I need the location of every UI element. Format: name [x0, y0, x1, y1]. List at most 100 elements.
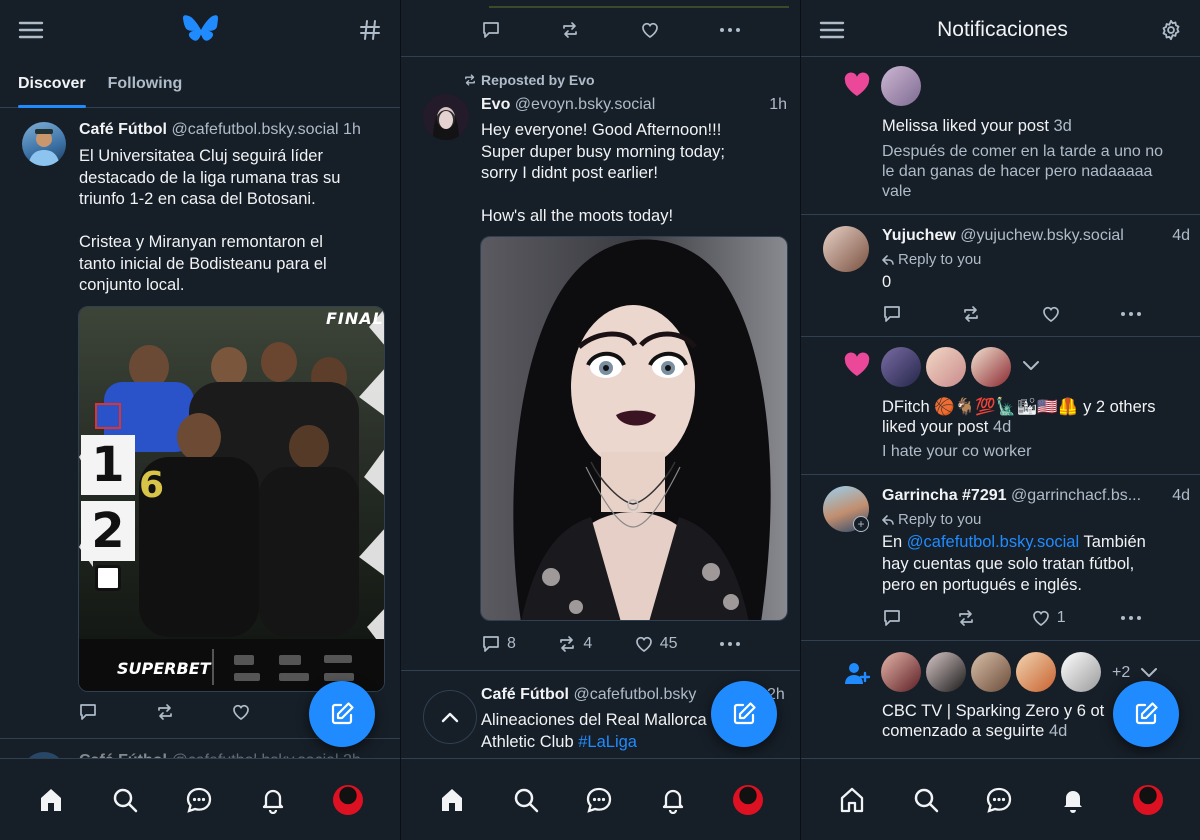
- home-team-crest: [95, 403, 121, 429]
- more-button[interactable]: [1120, 311, 1142, 317]
- hashtag-link[interactable]: #LaLiga: [578, 733, 637, 751]
- chevron-up-icon: [441, 712, 459, 723]
- bell-icon[interactable]: [659, 786, 687, 814]
- more-button[interactable]: [1120, 615, 1142, 621]
- notification-reply[interactable]: + Garrincha #7291 @garrinchacf.bs... 4d …: [801, 474, 1200, 640]
- reply-button[interactable]: [882, 304, 902, 324]
- author-name[interactable]: Yujuchew: [882, 227, 956, 244]
- repost-button[interactable]: [961, 304, 981, 324]
- search-icon[interactable]: [111, 786, 139, 814]
- post-image-football[interactable]: 6 FINAL 1 2 SUPERBET: [78, 306, 385, 692]
- avatar[interactable]: [971, 347, 1011, 387]
- profile-avatar[interactable]: [1133, 784, 1164, 815]
- more-button[interactable]: [719, 641, 741, 647]
- bell-icon[interactable]: [1059, 786, 1087, 814]
- avatar[interactable]: [926, 347, 966, 387]
- home-icon[interactable]: [438, 786, 466, 814]
- repost-button[interactable]: [956, 608, 976, 628]
- post-divider: [401, 56, 800, 57]
- tab-following[interactable]: Following: [108, 60, 183, 108]
- post-time: 1h: [769, 96, 787, 113]
- menu-icon[interactable]: [819, 20, 845, 40]
- reply-icon: [483, 636, 499, 652]
- butterfly-logo-icon[interactable]: [183, 14, 219, 46]
- scroll-to-top-button[interactable]: [423, 690, 477, 744]
- post-line: Hey everyone! Good Afternoon!!!: [481, 121, 722, 139]
- compose-button[interactable]: [1113, 681, 1179, 747]
- avatar[interactable]: [926, 652, 966, 692]
- chevron-down-icon[interactable]: [1021, 358, 1041, 377]
- final-badge: FINAL: [326, 309, 384, 328]
- bell-icon[interactable]: [259, 786, 287, 814]
- notification-group-like[interactable]: DFitch 🏀🐐💯🗽🏙🇺🇸🦺 y 2 others liked your po…: [801, 336, 1200, 474]
- repost-button[interactable]: [155, 702, 175, 722]
- avatar[interactable]: [971, 652, 1011, 692]
- reply-button[interactable]: [481, 20, 501, 40]
- others-count[interactable]: y 2 others: [1083, 398, 1155, 416]
- chat-icon[interactable]: [185, 786, 213, 814]
- notification-text: Melissa liked your post 3d: [882, 117, 1072, 136]
- previous-media-edge: [489, 0, 789, 8]
- notification-time: 4d: [1048, 722, 1068, 740]
- avatar[interactable]: [881, 347, 921, 387]
- post-divider: [401, 670, 800, 671]
- post-line: pero en portugués e inglés.: [882, 576, 1082, 594]
- gear-icon[interactable]: [1160, 19, 1182, 41]
- like-button[interactable]: 45: [634, 634, 678, 654]
- mention-link[interactable]: @cafefutbol.bsky.social: [907, 533, 1079, 551]
- notification-like[interactable]: Melissa liked your post 3d Después de co…: [801, 56, 1200, 214]
- avatar[interactable]: [22, 122, 66, 166]
- like-button[interactable]: [231, 702, 251, 722]
- reply-button[interactable]: [78, 702, 98, 722]
- reply-button[interactable]: [882, 608, 902, 628]
- like-button[interactable]: 1: [1031, 608, 1066, 628]
- repost-icon: [964, 306, 979, 322]
- author-name[interactable]: Café Fútbol: [481, 686, 569, 703]
- chat-icon[interactable]: [585, 786, 613, 814]
- post-time: 1h: [343, 121, 361, 138]
- search-icon[interactable]: [512, 786, 540, 814]
- repost-button[interactable]: 4: [557, 634, 592, 654]
- tab-discover[interactable]: Discover: [18, 60, 86, 108]
- avatar[interactable]: [823, 226, 869, 272]
- author-name[interactable]: Garrincha #7291: [882, 487, 1007, 504]
- avatar[interactable]: [423, 94, 469, 140]
- compose-button[interactable]: [711, 681, 777, 747]
- more-button[interactable]: [719, 27, 741, 33]
- like-button[interactable]: [1041, 304, 1061, 324]
- repost-button[interactable]: [560, 20, 580, 40]
- follow-plus-icon[interactable]: +: [853, 516, 869, 532]
- author-handle[interactable]: @yujuchew.bsky.social: [960, 227, 1124, 244]
- avatar[interactable]: [881, 652, 921, 692]
- author-handle[interactable]: @cafefutbol.bsky: [573, 686, 696, 703]
- author-name[interactable]: Evo: [481, 96, 510, 113]
- search-icon[interactable]: [912, 786, 940, 814]
- repost-indicator[interactable]: Reposted by Evo: [463, 72, 595, 88]
- author-handle[interactable]: @cafefutbol.bsky.social: [171, 121, 338, 138]
- avatar[interactable]: [1061, 652, 1101, 692]
- like-button[interactable]: [640, 20, 660, 40]
- author-handle[interactable]: @evoyn.bsky.social: [515, 96, 655, 113]
- author-name[interactable]: Café Fútbol: [79, 121, 167, 138]
- profile-avatar[interactable]: [333, 784, 363, 815]
- profile-avatar[interactable]: [733, 784, 764, 815]
- others-count[interactable]: +2: [1112, 664, 1130, 682]
- post-cafe-futbol[interactable]: Café Fútbol @cafefutbol.bsky.social 1h E…: [0, 108, 400, 738]
- home-icon[interactable]: [838, 786, 866, 814]
- heart-filled-icon: [843, 352, 871, 383]
- author-handle[interactable]: @garrinchacf.bs...: [1011, 487, 1141, 504]
- notifications-header: Notificaciones: [801, 0, 1200, 60]
- avatar[interactable]: [1016, 652, 1056, 692]
- hashtag-icon[interactable]: [358, 18, 382, 42]
- post-image-selfie[interactable]: [480, 236, 788, 621]
- notification-reply[interactable]: Yujuchew @yujuchew.bsky.social 4d Reply …: [801, 214, 1200, 336]
- compose-button[interactable]: [309, 681, 375, 747]
- avatar[interactable]: [881, 66, 921, 106]
- preview-line: Después de comer en la tarde a uno no: [882, 143, 1164, 160]
- home-score: 1: [81, 435, 135, 495]
- home-icon[interactable]: [37, 786, 65, 814]
- reply-button[interactable]: 8: [481, 634, 516, 654]
- menu-icon[interactable]: [18, 20, 44, 40]
- actor-name[interactable]: DFitch: [882, 398, 930, 416]
- chat-icon[interactable]: [985, 786, 1013, 814]
